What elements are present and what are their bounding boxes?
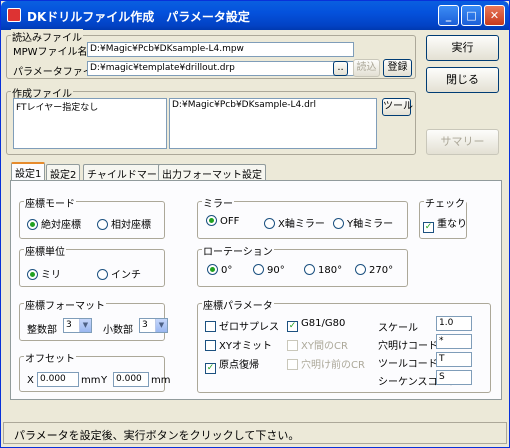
layer-list[interactable]: FTレイヤー指定なし (13, 98, 167, 149)
status-message: パラメータを設定後、実行ボタンをクリックして下さい。 (14, 429, 300, 442)
offset-y-field[interactable]: 0.000 (113, 372, 149, 387)
layer-list-item[interactable]: FTレイヤー指定なし (16, 103, 98, 113)
close-window-button[interactable]: ✕ (484, 5, 505, 26)
param-file-field[interactable]: D:¥magic¥template¥drillout.drp (87, 61, 354, 76)
maximize-button[interactable]: □ (461, 5, 482, 26)
radio-icon (333, 218, 344, 229)
mirror-x-radio[interactable]: X軸ミラー (264, 215, 325, 230)
title-bar: DKドリルファイル作成 パラメータ設定 _ □ ✕ (1, 1, 509, 30)
dropdown-arrow-icon: ▼ (79, 319, 91, 332)
radio-icon (264, 218, 275, 229)
mirror-label: ミラー (202, 195, 234, 210)
offset-y-unit: mm (151, 375, 171, 386)
checkbox-icon (205, 321, 216, 332)
drill-code-label: 穴明けコード (378, 341, 438, 352)
integer-part-label: 整数部 (27, 325, 57, 336)
window-title: DKドリルファイル作成 パラメータ設定 (27, 10, 250, 24)
drill-code-field[interactable]: * (436, 334, 472, 349)
scale-label: スケール (378, 323, 418, 334)
units-label: 座標単位 (24, 243, 66, 258)
minimize-button[interactable]: _ (438, 5, 459, 26)
browse-button[interactable]: .. (333, 61, 348, 76)
output-file-list[interactable]: D:¥Magic¥Pcb¥DKsample-L4.drl (169, 98, 377, 149)
rotation-0-radio[interactable]: 0° (207, 264, 232, 276)
mpw-file-label: MPWファイル名 (13, 47, 88, 58)
rotation-label: ローテーション (202, 243, 274, 258)
offset-x-label: X (27, 375, 34, 386)
status-bar: パラメータを設定後、実行ボタンをクリックして下さい。 (3, 422, 507, 444)
load-button[interactable]: 読込 (353, 59, 380, 77)
coord-format-label: 座標フォーマット (24, 297, 106, 312)
dropdown-arrow-icon: ▼ (155, 319, 167, 332)
output-file-list-item[interactable]: D:¥Magic¥Pcb¥DKsample-L4.drl (172, 100, 316, 110)
offset-y-label: Y (101, 375, 108, 386)
origin-return-checkbox[interactable]: ✓ 原点復帰 (205, 356, 259, 374)
zero-suppress-checkbox[interactable]: ゼロサプレス (205, 318, 279, 333)
offset-x-field[interactable]: 0.000 (37, 372, 79, 387)
overlap-checkbox[interactable]: ✓ 重なり (423, 215, 467, 233)
offset-label: オフセット (24, 350, 76, 365)
tab-settings-1[interactable]: 設定1 (11, 162, 46, 181)
radio-icon (253, 264, 264, 275)
relative-coord-radio[interactable]: 相対座標 (97, 216, 151, 231)
rotation-270-radio[interactable]: 270° (355, 264, 393, 276)
register-button[interactable]: 登録 (383, 59, 412, 77)
integer-part-select[interactable]: 3 ▼ (63, 318, 92, 333)
summary-button[interactable]: サマリー (426, 129, 499, 155)
decimal-part-label: 小数部 (103, 325, 133, 336)
run-button[interactable]: 実行 (426, 35, 499, 61)
decimal-part-select[interactable]: 3 ▼ (139, 318, 168, 333)
absolute-coord-radio[interactable]: 絶対座標 (27, 216, 81, 231)
check-label: チェック (424, 195, 466, 210)
checkbox-icon (287, 340, 298, 351)
radio-icon (304, 264, 315, 275)
rotation-180-radio[interactable]: 180° (304, 264, 342, 276)
coord-mode-label: 座標モード (24, 195, 76, 210)
mirror-off-radio[interactable]: OFF (206, 215, 239, 227)
app-icon (7, 8, 21, 22)
checkmark-icon: ✓ (205, 363, 216, 374)
radio-selected-icon (206, 215, 217, 226)
xy-cr-checkbox[interactable]: XY間のCR (287, 337, 348, 352)
radio-icon (97, 219, 108, 230)
radio-selected-icon (207, 264, 218, 275)
xy-omit-checkbox[interactable]: XYオミット (205, 337, 272, 352)
sequence-code-field[interactable]: S (436, 370, 472, 385)
tab-settings-2[interactable]: 設定2 (46, 164, 81, 181)
g81-g80-checkbox[interactable]: ✓ G81/G80 (287, 318, 345, 332)
radio-icon (97, 269, 108, 280)
mirror-y-radio[interactable]: Y軸ミラー (333, 215, 393, 230)
scale-field[interactable]: 1.0 (436, 316, 472, 331)
mpw-file-field[interactable]: D:¥Magic¥Pcb¥DKsample-L4.mpw (87, 42, 354, 57)
tool-code-field[interactable]: T (436, 352, 472, 367)
maximize-icon: □ (466, 9, 477, 22)
minimize-icon: _ (445, 9, 452, 22)
checkbox-icon (205, 340, 216, 351)
coord-params-label: 座標パラメータ (202, 297, 274, 312)
tab-output-format[interactable]: 出力フォーマット設定 (158, 164, 266, 181)
read-file-group-label: 読込みファイル (11, 29, 83, 44)
before-drill-cr-checkbox[interactable]: 穴明け前のCR (287, 356, 365, 371)
main-window: DKドリルファイル作成 パラメータ設定 _ □ ✕ 読込みファイル MPWファイ… (0, 0, 510, 448)
tool-code-label: ツールコード (378, 359, 438, 370)
checkmark-icon: ✓ (287, 321, 298, 332)
close-button[interactable]: 閉じる (426, 67, 499, 93)
rotation-90-radio[interactable]: 90° (253, 264, 285, 276)
offset-x-unit: mm (81, 375, 101, 386)
tool-button[interactable]: ツール (382, 98, 413, 116)
close-icon: ✕ (489, 9, 500, 22)
radio-icon (355, 264, 366, 275)
checkmark-icon: ✓ (423, 222, 434, 233)
checkbox-icon (287, 359, 298, 370)
unit-inch-radio[interactable]: インチ (97, 266, 141, 281)
unit-mm-radio[interactable]: ミリ (27, 266, 61, 281)
radio-selected-icon (27, 269, 38, 280)
radio-selected-icon (27, 219, 38, 230)
